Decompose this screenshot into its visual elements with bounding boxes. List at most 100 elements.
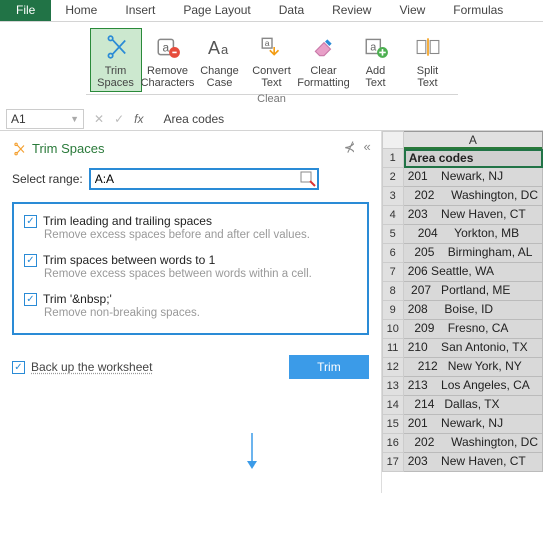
- checkbox-trim-nbsp[interactable]: ✓: [24, 293, 37, 306]
- pane-title: Trim Spaces: [32, 141, 104, 156]
- table-row: 8 207 Portland, ME: [382, 282, 543, 301]
- table-row: 12 212 New York, NY: [382, 358, 543, 377]
- tab-review[interactable]: Review: [318, 0, 385, 21]
- add-text-button[interactable]: a Add Text: [350, 28, 402, 92]
- table-row: 3 202 Washington, DC: [382, 187, 543, 206]
- cell[interactable]: 207 Portland, ME: [404, 282, 543, 301]
- row-header[interactable]: 5: [382, 225, 404, 244]
- scissors-icon: [12, 142, 26, 156]
- table-row: 4203 New Haven, CT: [382, 206, 543, 225]
- cell[interactable]: 204 Yorkton, MB: [404, 225, 543, 244]
- name-box-value: A1: [11, 112, 26, 126]
- checkbox-backup[interactable]: ✓: [12, 361, 25, 374]
- row-header[interactable]: 4: [382, 206, 404, 225]
- cell[interactable]: 206 Seattle, WA: [404, 263, 543, 282]
- table-row: 1Area codes: [382, 149, 543, 168]
- row-header[interactable]: 16: [382, 434, 404, 453]
- add-text-label: Add Text: [365, 65, 385, 89]
- formula-bar: A1 ▼ ✕ ✓ fx Area codes: [0, 107, 543, 131]
- change-case-icon: Aa: [206, 31, 234, 63]
- row-header[interactable]: 12: [382, 358, 404, 377]
- convert-text-icon: a: [259, 31, 285, 63]
- change-case-button[interactable]: Aa Change Case: [194, 28, 246, 92]
- cell[interactable]: 209 Fresno, CA: [404, 320, 543, 339]
- row-header[interactable]: 2: [382, 168, 404, 187]
- remove-chars-icon: a: [155, 31, 181, 63]
- cell[interactable]: 203 New Haven, CT: [404, 206, 543, 225]
- row-header[interactable]: 15: [382, 415, 404, 434]
- opt3-desc: Remove non-breaking spaces.: [44, 307, 357, 319]
- row-header[interactable]: 1: [382, 149, 404, 168]
- trim-spaces-pane: ⊀ « Trim Spaces Select range: ✓: [0, 131, 382, 493]
- cell[interactable]: 210 San Antonio, TX: [404, 339, 543, 358]
- row-header[interactable]: 14: [382, 396, 404, 415]
- row-header[interactable]: 6: [382, 244, 404, 263]
- row-header[interactable]: 8: [382, 282, 404, 301]
- select-all-corner[interactable]: [382, 131, 404, 149]
- row-header[interactable]: 11: [382, 339, 404, 358]
- tab-data[interactable]: Data: [265, 0, 318, 21]
- opt2-title: Trim spaces between words to 1: [43, 253, 215, 267]
- tab-insert[interactable]: Insert: [111, 0, 169, 21]
- svg-text:a: a: [370, 41, 377, 53]
- clear-formatting-button[interactable]: Clear Formatting: [298, 28, 350, 92]
- cell[interactable]: 202 Washington, DC: [404, 187, 543, 206]
- enter-icon[interactable]: ✓: [114, 112, 124, 126]
- row-header[interactable]: 13: [382, 377, 404, 396]
- row-header[interactable]: 9: [382, 301, 404, 320]
- select-range-label: Select range:: [12, 172, 83, 186]
- select-range-input[interactable]: [89, 168, 319, 190]
- cell[interactable]: 201 Newark, NJ: [404, 415, 543, 434]
- cell[interactable]: 201 Newark, NJ: [404, 168, 543, 187]
- trim-spaces-button[interactable]: Trim Spaces: [90, 28, 142, 92]
- table-row: 16 202 Washington, DC: [382, 434, 543, 453]
- chevron-down-icon[interactable]: ▼: [70, 114, 79, 124]
- convert-text-button[interactable]: a Convert Text: [246, 28, 298, 92]
- formula-value[interactable]: Area codes: [153, 112, 224, 126]
- cell[interactable]: 208 Boise, ID: [404, 301, 543, 320]
- row-header[interactable]: 7: [382, 263, 404, 282]
- row-header[interactable]: 10: [382, 320, 404, 339]
- checkbox-trim-leading-trailing[interactable]: ✓: [24, 215, 37, 228]
- ribbon: Trim Spaces a Remove Characters Aa Chang…: [86, 22, 458, 95]
- column-header-a[interactable]: A: [404, 131, 543, 149]
- tab-file[interactable]: File: [0, 0, 51, 21]
- ribbon-tabs: File Home Insert Page Layout Data Review…: [0, 0, 543, 22]
- opt2-desc: Remove excess spaces between words withi…: [44, 268, 357, 280]
- table-row: 6 205 Birmingham, AL: [382, 244, 543, 263]
- opt3-title: Trim '&nbsp;': [43, 292, 112, 306]
- table-row: 7206 Seattle, WA: [382, 263, 543, 282]
- tab-formulas[interactable]: Formulas: [439, 0, 517, 21]
- pane-close-icon[interactable]: «: [363, 139, 370, 156]
- cell[interactable]: 213 Los Angeles, CA: [404, 377, 543, 396]
- pane-pin-icon[interactable]: ⊀: [344, 139, 356, 156]
- table-row: 10 209 Fresno, CA: [382, 320, 543, 339]
- svg-text:a: a: [221, 42, 229, 57]
- row-header[interactable]: 3: [382, 187, 404, 206]
- cell[interactable]: Area codes: [404, 149, 543, 168]
- cell[interactable]: 202 Washington, DC: [404, 434, 543, 453]
- split-text-button[interactable]: Split Text: [402, 28, 454, 92]
- range-picker-icon[interactable]: [300, 171, 316, 187]
- add-text-icon: a: [363, 31, 389, 63]
- cell[interactable]: 205 Birmingham, AL: [404, 244, 543, 263]
- checkbox-trim-between[interactable]: ✓: [24, 254, 37, 267]
- remove-characters-button[interactable]: a Remove Characters: [142, 28, 194, 92]
- cancel-icon[interactable]: ✕: [94, 112, 104, 126]
- cell[interactable]: 214 Dallas, TX: [404, 396, 543, 415]
- cell[interactable]: 203 New Haven, CT: [404, 453, 543, 472]
- spreadsheet[interactable]: A 1Area codes2201 Newark, NJ3 202 Washin…: [382, 131, 543, 493]
- name-box[interactable]: A1 ▼: [6, 109, 84, 129]
- clear-formatting-label: Clear Formatting: [297, 65, 350, 89]
- table-row: 2201 Newark, NJ: [382, 168, 543, 187]
- svg-text:a: a: [264, 38, 269, 48]
- tab-view[interactable]: View: [385, 0, 439, 21]
- svg-text:A: A: [208, 38, 220, 58]
- fx-icon[interactable]: fx: [134, 112, 143, 126]
- tab-home[interactable]: Home: [51, 0, 111, 21]
- tab-page-layout[interactable]: Page Layout: [169, 0, 264, 21]
- row-header[interactable]: 17: [382, 453, 404, 472]
- convert-text-label: Convert Text: [252, 65, 291, 89]
- trim-button[interactable]: Trim: [289, 355, 369, 379]
- cell[interactable]: 212 New York, NY: [404, 358, 543, 377]
